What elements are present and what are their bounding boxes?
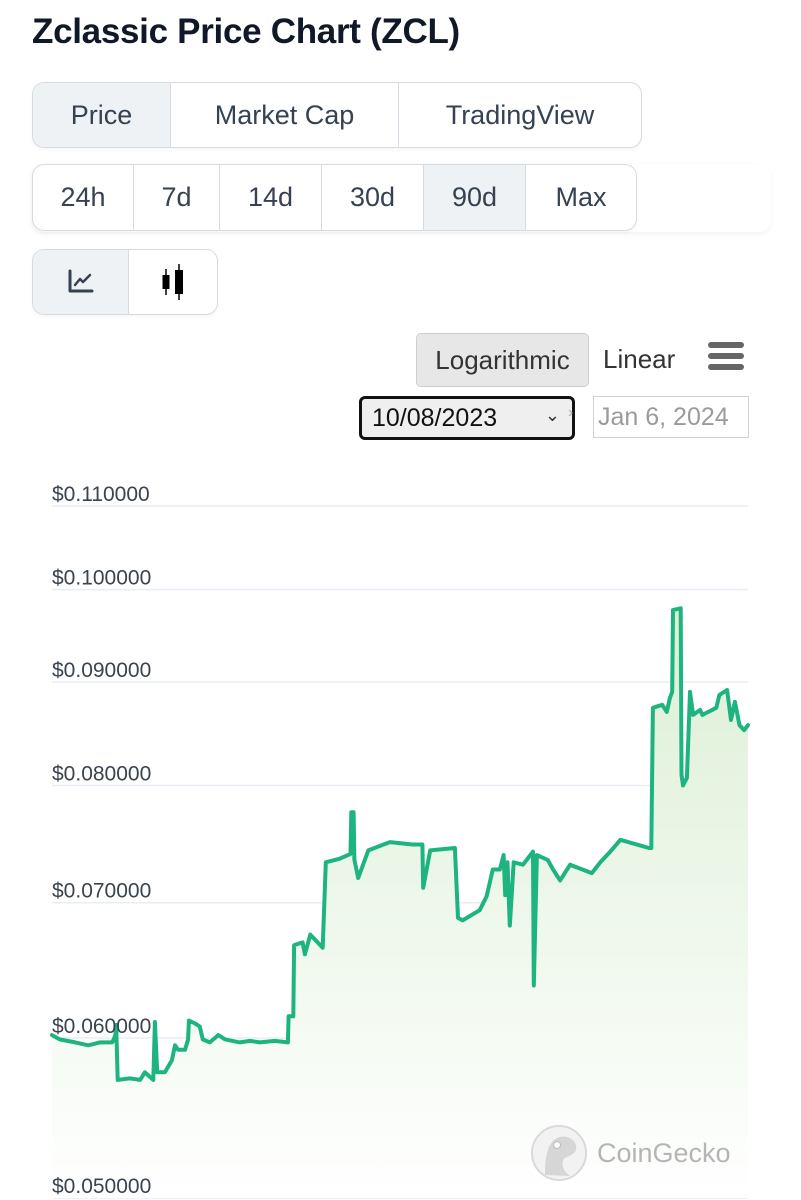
tab-price[interactable]: Price <box>33 83 170 147</box>
watermark-text: CoinGecko <box>597 1138 731 1168</box>
logarithmic-scale-button[interactable]: Logarithmic <box>416 333 589 387</box>
tab-tradingview[interactable]: TradingView <box>398 83 641 147</box>
range-30d[interactable]: 30d <box>321 165 423 230</box>
line-chart-button[interactable] <box>33 250 128 314</box>
range-label: 30d <box>349 182 396 212</box>
range-label: 24h <box>60 182 106 212</box>
y-tick-label: $0.090000 <box>52 659 151 682</box>
y-tick-label: $0.060000 <box>52 1015 151 1038</box>
range-90d[interactable]: 90d <box>423 165 525 230</box>
range-label: 7d <box>161 182 192 212</box>
y-tick-label: $0.070000 <box>52 880 151 903</box>
range-24h[interactable]: 24h <box>33 165 133 230</box>
range-max[interactable]: Max <box>525 165 636 230</box>
chart-type-selector <box>32 249 218 315</box>
tab-tradingview-label: TradingView <box>445 99 595 130</box>
tab-market-cap-label: Market Cap <box>214 99 355 130</box>
y-tick-label: $0.080000 <box>52 762 151 785</box>
date-from-value: 10/08/2023 <box>372 403 498 432</box>
linear-scale-button[interactable]: Linear <box>603 333 675 385</box>
date-from-select[interactable]: 10/08/2023 ⌄ <box>359 396 575 440</box>
y-tick-label: $0.050000 <box>52 1175 151 1198</box>
tab-price-label: Price <box>70 99 133 130</box>
range-label: 14d <box>247 182 294 212</box>
line-chart-icon <box>68 269 93 293</box>
range-label: 90d <box>451 182 498 212</box>
date-to-input[interactable]: Jan 6, 2024 <box>593 396 749 438</box>
date-range-arrow-icon: › <box>568 404 574 421</box>
chevron-down-icon: ⌄ <box>544 405 560 425</box>
range-7d[interactable]: 7d <box>133 165 219 230</box>
tab-market-cap[interactable]: Market Cap <box>170 83 398 147</box>
price-chart: CoinGecko $0.050000 $0.060000 $0.070000 $0.… <box>50 483 750 1199</box>
range-label: Max <box>555 182 607 212</box>
candlestick-icon <box>162 264 183 300</box>
range-14d[interactable]: 14d <box>219 165 321 230</box>
y-tick-label: $0.100000 <box>52 567 151 590</box>
y-tick-label: $0.110000 <box>52 483 150 506</box>
time-range-selector: 24h 7d 14d 30d 90d Max <box>32 164 637 231</box>
chart-tabs: Price Market Cap TradingView <box>32 82 642 148</box>
candlestick-button[interactable] <box>128 250 217 314</box>
page-title: Zclassic Price Chart (ZCL) <box>32 12 460 51</box>
hamburger-menu-icon[interactable] <box>708 342 744 370</box>
